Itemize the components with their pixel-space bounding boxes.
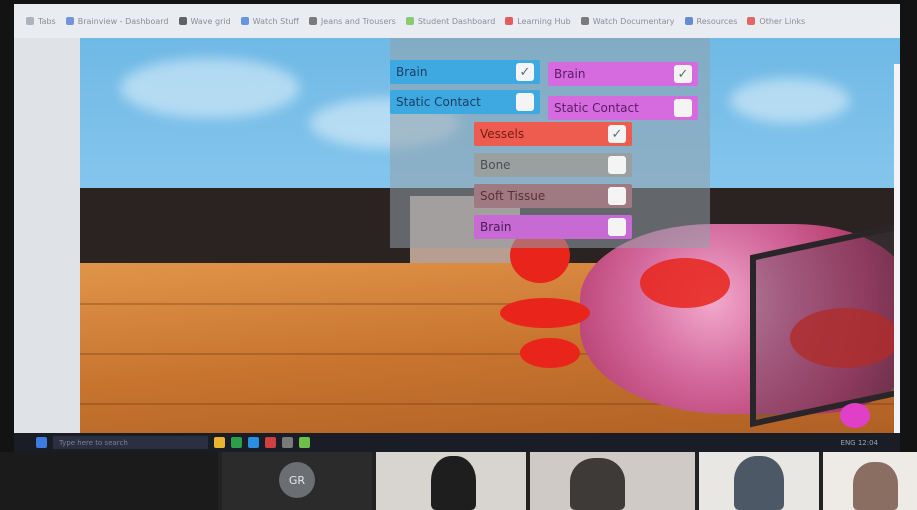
checkbox-unchecked-icon[interactable] [516, 93, 534, 111]
layer-toggle-label: Vessels [480, 127, 525, 141]
layer-toggle-brain[interactable]: Brain ✓ [548, 62, 698, 86]
video-call-strip: GR [0, 452, 917, 510]
app-icon[interactable] [265, 437, 276, 448]
vessel-mesh [640, 258, 730, 308]
bookmark-favicon-icon [747, 17, 756, 25]
layer-toggle-panel: Brain ✓ Static Contact Brain ✓ Static Contac… [390, 38, 710, 248]
bookmark-item[interactable]: Watch Stuff [240, 16, 299, 26]
bookmark-label: Jeans and Trousers [320, 16, 396, 26]
bounding-frame [750, 220, 900, 428]
layer-toggle-vessels[interactable]: Vessels ✓ [474, 122, 632, 146]
bookmark-favicon-icon [240, 17, 249, 25]
marker-object [840, 403, 870, 428]
checkbox-unchecked-icon[interactable] [608, 156, 626, 174]
edge-icon[interactable] [248, 437, 259, 448]
bookmark-label: Watch Stuff [252, 16, 299, 26]
bookmark-favicon-icon [580, 17, 589, 25]
bookmark-label: Brainview - Dashboard [77, 16, 169, 26]
checkbox-checked-icon[interactable]: ✓ [516, 63, 534, 81]
monitor: Tabs Brainview - Dashboard Wave grid Watch … [0, 0, 917, 452]
vessel-mesh [520, 338, 580, 368]
bookmarks-bar: Tabs Brainview - Dashboard Wave grid Watch … [14, 4, 900, 38]
checkbox-unchecked-icon[interactable] [608, 218, 626, 236]
bookmark-item[interactable]: Learning Hub [505, 16, 571, 26]
tray-text: ENG 12:04 [840, 438, 878, 447]
app-icon[interactable] [282, 437, 293, 448]
bookmark-item[interactable]: Resources [684, 16, 738, 26]
bookmark-item[interactable]: Wave grid [178, 16, 231, 26]
layer-toggle-bone[interactable]: Bone [474, 153, 632, 177]
video-tile[interactable] [823, 452, 917, 510]
bookmark-label: Other Links [759, 16, 806, 26]
layer-toggle-static-contact[interactable]: Static Contact [390, 90, 540, 114]
unity-app-icon[interactable] [299, 437, 310, 448]
video-tile[interactable] [530, 452, 695, 510]
layer-toggle-label: Static Contact [554, 101, 639, 115]
checkbox-unchecked-icon[interactable] [608, 187, 626, 205]
bookmark-label: Learning Hub [517, 16, 571, 26]
bookmark-item[interactable]: Watch Documentary [580, 16, 675, 26]
bookmark-label: Resources [696, 16, 738, 26]
bookmark-favicon-icon [178, 17, 187, 25]
checkbox-unchecked-icon[interactable] [674, 99, 692, 117]
cloud [730, 78, 850, 123]
video-tile[interactable] [699, 452, 819, 510]
bookmark-favicon-icon [26, 17, 34, 25]
video-tile[interactable]: GR [222, 452, 372, 510]
bookmark-label: Tabs [38, 16, 56, 26]
file-explorer-icon[interactable] [214, 437, 225, 448]
participant-person [570, 458, 625, 510]
3d-viewport[interactable]: Brain ✓ Static Contact Brain ✓ Static Contac… [80, 38, 900, 436]
bookmark-favicon-icon [308, 17, 317, 25]
bookmark-label: Watch Documentary [592, 16, 675, 26]
anatomy-model[interactable] [490, 218, 900, 428]
bookmark-label: Student Dashboard [417, 16, 496, 26]
bookmark-item[interactable]: Jeans and Trousers [308, 16, 396, 26]
layer-toggle-label: Brain [396, 65, 428, 79]
layer-toggle-brain[interactable]: Brain [474, 215, 632, 239]
participant-person [734, 456, 784, 510]
windows-taskbar: Type here to search ENG 12:04 [14, 433, 900, 452]
layer-toggle-label: Brain [480, 220, 512, 234]
layer-toggle-brain[interactable]: Brain ✓ [390, 60, 540, 84]
system-tray: ENG 12:04 [841, 439, 878, 447]
checkbox-checked-icon[interactable]: ✓ [674, 65, 692, 83]
side-panel: Ch [894, 64, 900, 452]
bookmark-favicon-icon [405, 17, 414, 25]
bookmark-favicon-icon [505, 17, 514, 25]
screen: Tabs Brainview - Dashboard Wave grid Watch … [14, 4, 900, 452]
chrome-icon[interactable] [231, 437, 242, 448]
participant-person [431, 456, 476, 510]
bookmark-item[interactable]: Tabs [26, 17, 56, 26]
bookmark-favicon-icon [684, 17, 693, 25]
bookmark-item[interactable]: Other Links [747, 17, 805, 26]
video-tile [0, 452, 218, 510]
cloud [120, 58, 300, 118]
participant-person [853, 462, 898, 510]
video-tile[interactable] [376, 452, 526, 510]
bookmark-favicon-icon [65, 17, 74, 25]
layer-toggle-static-contact[interactable]: Static Contact [548, 96, 698, 120]
layer-toggle-label: Soft Tissue [480, 189, 546, 203]
vessel-mesh [500, 298, 590, 328]
bookmark-item[interactable]: Student Dashboard [405, 16, 496, 26]
windows-start-icon[interactable] [36, 437, 47, 448]
layer-toggle-label: Brain [554, 67, 586, 81]
bookmark-label: Wave grid [190, 16, 231, 26]
checkbox-checked-icon[interactable]: ✓ [608, 125, 626, 143]
layer-toggle-soft-tissue[interactable]: Soft Tissue [474, 184, 632, 208]
layer-toggle-label: Static Contact [396, 95, 481, 109]
bookmark-item[interactable]: Brainview - Dashboard [65, 16, 169, 26]
taskbar-search-input[interactable]: Type here to search [53, 436, 208, 449]
layer-toggle-label: Bone [480, 158, 511, 172]
participant-avatar: GR [279, 462, 315, 498]
